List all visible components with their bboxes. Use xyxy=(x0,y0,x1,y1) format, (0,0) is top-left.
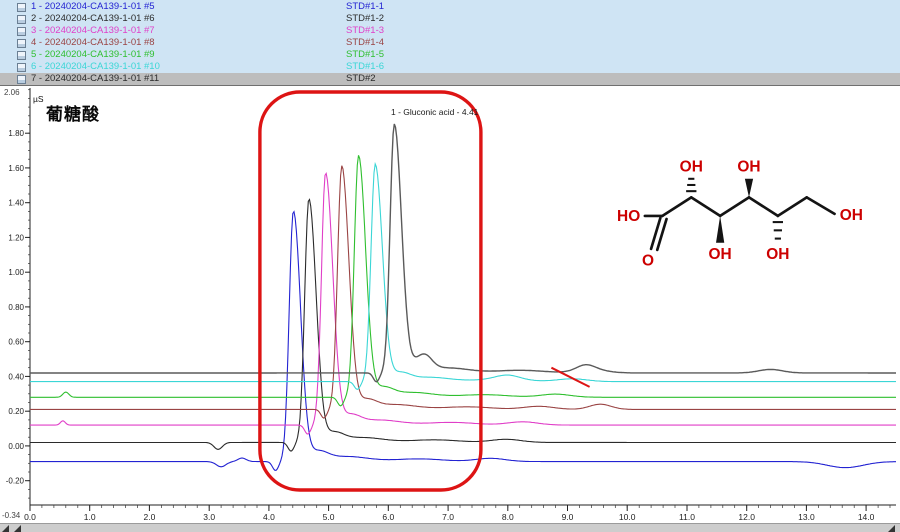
y-tick-label: 1.20 xyxy=(8,233,24,242)
y-tick-label: 1.00 xyxy=(8,268,24,277)
y-axis-unit: µS xyxy=(33,94,44,104)
y-tick-label: 0.80 xyxy=(8,303,24,312)
chromatogram-plot[interactable]: -0.20 0.00 0.20 0.40 0.60 0.80 1.00 1.20 1.40 1.6… xyxy=(0,86,900,532)
x-tick-label: 14.0 xyxy=(858,512,875,522)
legend-std-label: STD#1-2 xyxy=(346,13,566,25)
y-tick-label: 1.40 xyxy=(8,199,24,208)
x-tick-label: 2.0 xyxy=(143,512,155,522)
x-tick-label: 0.0 xyxy=(24,512,36,522)
chromatogram-icon xyxy=(17,27,26,36)
chromatogram-icon xyxy=(17,51,26,60)
legend-row[interactable]: 3 - 20240204-CA139-1-01 #7STD#1-3 xyxy=(0,25,900,37)
legend-std-label: STD#1-3 xyxy=(346,25,566,37)
legend-row[interactable]: 6 - 20240204-CA139-1-01 #10STD#1-6 xyxy=(0,61,900,73)
chinese-annotation: 葡糖酸 xyxy=(46,100,100,125)
oh-label: OH xyxy=(737,159,760,176)
x-tick-label: 3.0 xyxy=(203,512,215,522)
chromatogram-svg[interactable]: -0.20 0.00 0.20 0.40 0.60 0.80 1.00 1.20 1.40 1.6… xyxy=(0,86,900,532)
legend-sample-label: 1 - 20240204-CA139-1-01 #5 xyxy=(31,1,346,13)
y-tick-label: 0.00 xyxy=(8,442,24,451)
y-tick-label: 0.60 xyxy=(8,338,24,347)
y-max-label: 2.06 xyxy=(4,88,20,97)
splitter-grip[interactable] xyxy=(14,525,21,532)
x-tick-label: 8.0 xyxy=(502,512,514,522)
x-tick-label: 5.0 xyxy=(323,512,335,522)
legend-row[interactable]: 7 - 20240204-CA139-1-01 #11STD#2 xyxy=(0,73,900,85)
legend-row[interactable]: 2 - 20240204-CA139-1-01 #6STD#1-2 xyxy=(0,13,900,25)
legend-std-label: STD#2 xyxy=(346,73,566,85)
peak-label: 1 - Gluconic acid - 4.41 xyxy=(391,107,478,117)
legend-std-label: STD#1-5 xyxy=(346,49,566,61)
chromatogram-icon xyxy=(17,63,26,72)
injection-legend: 1 - 20240204-CA139-1-01 #5STD#1-12 - 202… xyxy=(0,0,900,86)
chromatogram-icon xyxy=(17,75,26,84)
y-tick-label: 0.40 xyxy=(8,372,24,381)
splitter-grip[interactable] xyxy=(888,525,895,532)
bottom-splitter-strip xyxy=(0,523,900,532)
x-tick-label: 6.0 xyxy=(382,512,394,522)
x-tick-label: 13.0 xyxy=(798,512,815,522)
ho-label: HO xyxy=(617,208,640,225)
y-tick-label: 0.20 xyxy=(8,407,24,416)
highlight-box-annotation xyxy=(260,92,481,490)
oh-label: OH xyxy=(680,159,703,176)
legend-sample-label: 5 - 20240204-CA139-1-01 #9 xyxy=(31,49,346,61)
legend-std-label: STD#1-4 xyxy=(346,37,566,49)
carbonyl-o-label: O xyxy=(642,252,654,269)
x-tick-label: 7.0 xyxy=(442,512,454,522)
legend-row[interactable]: 5 - 20240204-CA139-1-01 #9STD#1-5 xyxy=(0,49,900,61)
x-tick-label: 12.0 xyxy=(738,512,755,522)
gluconic-acid-structure: HO O OH OH OH OH OH xyxy=(615,158,883,280)
chromatogram-icon xyxy=(17,39,26,48)
x-tick-label: 11.0 xyxy=(679,512,695,522)
oh-label: OH xyxy=(766,246,789,263)
legend-row[interactable]: 4 - 20240204-CA139-1-01 #8STD#1-4 xyxy=(0,37,900,49)
y-tick-label: 1.80 xyxy=(8,129,24,138)
x-tick-label: 1.0 xyxy=(84,512,96,522)
y-min-label: -0.34 xyxy=(2,511,20,520)
x-tick-label: 9.0 xyxy=(562,512,574,522)
y-tick-label: 1.60 xyxy=(8,164,24,173)
chromatogram-icon xyxy=(17,15,26,24)
wedge-bond xyxy=(716,216,724,243)
splitter-grip[interactable] xyxy=(2,525,9,532)
wedge-bond xyxy=(745,179,753,198)
legend-row[interactable]: 1 - 20240204-CA139-1-01 #5STD#1-1 xyxy=(0,1,900,13)
legend-sample-label: 4 - 20240204-CA139-1-01 #8 xyxy=(31,37,346,49)
legend-sample-label: 2 - 20240204-CA139-1-01 #6 xyxy=(31,13,346,25)
legend-std-label: STD#1-6 xyxy=(346,61,566,73)
legend-sample-label: 6 - 20240204-CA139-1-01 #10 xyxy=(31,61,346,73)
x-tick-label: 10.0 xyxy=(619,512,636,522)
legend-sample-label: 3 - 20240204-CA139-1-01 #7 xyxy=(31,25,346,37)
legend-std-label: STD#1-1 xyxy=(346,1,566,13)
oh-label: OH xyxy=(840,207,863,224)
y-tick-label: -0.20 xyxy=(6,477,25,486)
x-tick-label: 4.0 xyxy=(263,512,275,522)
chromatogram-icon xyxy=(17,3,26,12)
oh-label: OH xyxy=(709,246,732,263)
legend-sample-label: 7 - 20240204-CA139-1-01 #11 xyxy=(31,73,346,85)
